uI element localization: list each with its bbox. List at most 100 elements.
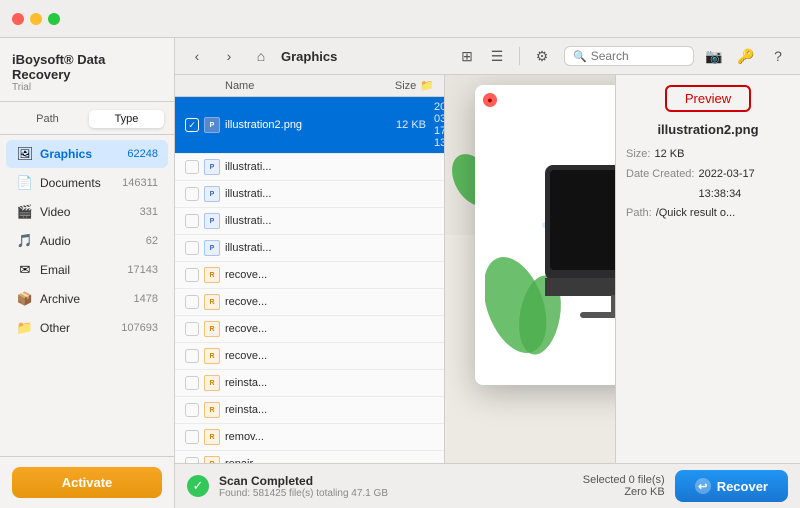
search-input[interactable] (591, 49, 685, 63)
selected-size-label: Zero KB (583, 486, 665, 498)
activate-button[interactable]: Activate (12, 467, 162, 498)
row-checkbox[interactable] (185, 214, 199, 228)
size-value: 12 KB (654, 145, 684, 165)
row-checkbox[interactable]: ✓ (185, 118, 199, 132)
table-row[interactable]: R remov... (175, 424, 444, 451)
sidebar-item-label: Video (40, 205, 140, 219)
forward-button[interactable]: › (217, 44, 241, 68)
sidebar-item-label: Other (40, 321, 121, 335)
preview-button[interactable]: Preview (665, 85, 751, 112)
popup-close-button[interactable]: ● (483, 93, 497, 107)
row-checkbox[interactable] (185, 376, 199, 390)
file-type-icon: R (203, 401, 221, 419)
row-checkbox[interactable] (185, 403, 199, 417)
sidebar-activate: Activate (0, 456, 174, 508)
file-name: illustrati... (225, 188, 379, 200)
minimize-button[interactable] (30, 13, 42, 25)
sidebar-item-audio[interactable]: 🎵 Audio 62 (6, 227, 168, 255)
table-row[interactable]: R recove... (175, 289, 444, 316)
table-row[interactable]: R recove... (175, 262, 444, 289)
file-name: reinsta... (225, 377, 434, 389)
sidebar-item-label: Email (40, 263, 127, 277)
file-type-icon: R (203, 347, 221, 365)
preview-filename: illustration2.png (657, 122, 758, 137)
key-button[interactable]: 🔑 (734, 44, 758, 68)
toolbar-divider (519, 47, 520, 65)
header-name: Name (225, 80, 361, 92)
file-size: 12 KB (371, 119, 426, 131)
row-checkbox[interactable] (185, 241, 199, 255)
sidebar-item-label: Documents (40, 176, 122, 190)
archive-icon: 📦 (16, 290, 34, 308)
sidebar-item-label: Graphics (40, 147, 127, 161)
recover-icon: ↩ (695, 478, 711, 494)
table-row[interactable]: R recove... (175, 316, 444, 343)
camera-button[interactable]: 📷 (702, 44, 726, 68)
status-bar: ✓ Scan Completed Found: 581425 file(s) t… (175, 463, 800, 508)
header-size: Size (361, 80, 416, 92)
file-list-section: Name Size 📁 ✓ P illustration2.png 12 KB … (175, 75, 445, 463)
titlebar (0, 0, 800, 38)
table-row[interactable]: ✓ P illustration2.png 12 KB 2022-03-17 1… (175, 97, 444, 154)
file-type-icon: R (203, 266, 221, 284)
row-checkbox[interactable] (185, 295, 199, 309)
file-type-icon: R (203, 293, 221, 311)
filter-button[interactable]: ⚙ (528, 44, 556, 68)
recover-button[interactable]: ↩ Recover (675, 470, 788, 502)
sidebar-items: 🖼 Graphics 62248 📄 Documents 146311 🎬 Vi… (0, 135, 174, 456)
size-label: Size: (626, 145, 650, 165)
maximize-button[interactable] (48, 13, 60, 25)
row-checkbox[interactable] (185, 430, 199, 444)
row-checkbox[interactable] (185, 349, 199, 363)
back-button[interactable]: ‹ (185, 44, 209, 68)
home-button[interactable]: ⌂ (249, 44, 273, 68)
file-name: recove... (225, 269, 434, 281)
close-button[interactable] (12, 13, 24, 25)
sidebar-item-documents[interactable]: 📄 Documents 146311 (6, 169, 168, 197)
preview-image-area: ? ● (445, 75, 615, 463)
file-type-icon: P (203, 239, 221, 257)
sidebar-item-archive[interactable]: 📦 Archive 1478 (6, 285, 168, 313)
app-trial-label: Trial (12, 82, 162, 93)
tab-path[interactable]: Path (10, 110, 85, 128)
table-row[interactable]: P illustrati... (175, 208, 444, 235)
status-text: Scan Completed Found: 581425 file(s) tot… (219, 474, 388, 499)
selected-info: Selected 0 file(s) Zero KB (583, 474, 665, 498)
row-checkbox[interactable] (185, 160, 199, 174)
table-row[interactable]: P illustrati... (175, 181, 444, 208)
sidebar-tabs: Path Type (0, 102, 174, 135)
table-row[interactable]: P illustrati... (175, 154, 444, 181)
table-row[interactable]: P illustrati... (175, 235, 444, 262)
sidebar-item-graphics[interactable]: 🖼 Graphics 62248 (6, 140, 168, 168)
tab-type[interactable]: Type (89, 110, 164, 128)
table-row[interactable]: R reinsta... (175, 397, 444, 424)
sidebar: iBoysoft® Data Recovery Trial Path Type … (0, 38, 175, 508)
table-row[interactable]: R repair-... (175, 451, 444, 463)
video-icon: 🎬 (16, 203, 34, 221)
sidebar-item-count: 17143 (127, 264, 158, 276)
path-label: Path: (626, 204, 652, 224)
table-row[interactable]: R recove... (175, 343, 444, 370)
sidebar-item-count: 331 (140, 206, 158, 218)
row-checkbox[interactable] (185, 322, 199, 336)
file-table-container: Name Size 📁 ✓ P illustration2.png 12 KB … (175, 75, 800, 463)
sidebar-item-count: 1478 (134, 293, 158, 305)
search-box: 🔍 (564, 46, 694, 66)
file-type-icon: R (203, 428, 221, 446)
scan-complete-icon: ✓ (187, 475, 209, 497)
row-checkbox[interactable] (185, 187, 199, 201)
help-button[interactable]: ? (766, 44, 790, 68)
preview-panel: ? ● (445, 75, 800, 463)
row-checkbox[interactable] (185, 268, 199, 282)
sidebar-item-email[interactable]: ✉ Email 17143 (6, 256, 168, 284)
preview-size-row: Size: 12 KB (626, 145, 790, 165)
table-row[interactable]: R reinsta... (175, 370, 444, 397)
sidebar-item-video[interactable]: 🎬 Video 331 (6, 198, 168, 226)
preview-date-row: Date Created: 2022-03-17 13:38:34 (626, 165, 790, 205)
grid-view-button[interactable]: ⊞ (453, 44, 481, 68)
list-view-button[interactable]: ☰ (483, 44, 511, 68)
sidebar-item-other[interactable]: 📁 Other 107693 (6, 314, 168, 342)
app-title: iBoysoft® Data Recovery (12, 52, 162, 82)
preview-metadata: Size: 12 KB Date Created: 2022-03-17 13:… (626, 145, 790, 224)
file-name: illustrati... (225, 242, 379, 254)
